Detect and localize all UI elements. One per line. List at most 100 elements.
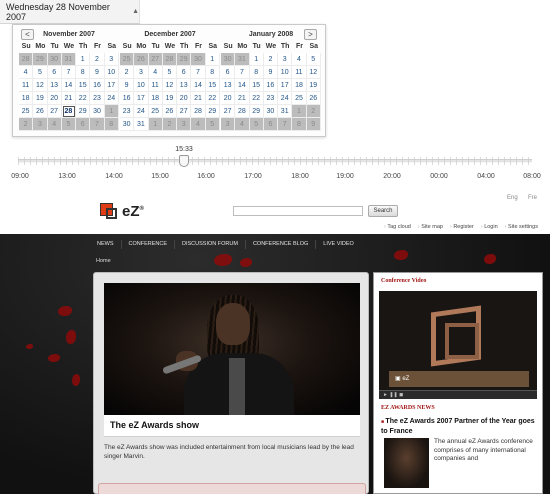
calendar-day[interactable]: 29 <box>205 105 220 118</box>
calendar-day[interactable]: 14 <box>235 79 250 92</box>
calendar-day[interactable]: 12 <box>306 66 321 79</box>
calendar-day[interactable]: 11 <box>148 79 163 92</box>
calendar-day[interactable]: 1 <box>76 53 91 66</box>
calendar-day[interactable]: 26 <box>33 105 48 118</box>
video-controls[interactable]: ► ❚❚ ◼ <box>379 390 537 399</box>
calendar-day[interactable]: 31 <box>278 105 293 118</box>
calendar-day[interactable]: 10 <box>278 66 293 79</box>
calendar-day[interactable]: 17 <box>134 92 149 105</box>
calendar-day[interactable]: 25 <box>148 105 163 118</box>
calendar-day[interactable]: 10 <box>104 66 119 79</box>
calendar-day[interactable]: 11 <box>292 66 307 79</box>
award-news-thumbnail[interactable] <box>384 438 429 488</box>
calendar-day[interactable]: 1 <box>249 53 264 66</box>
calendar-day[interactable]: 6 <box>47 66 62 79</box>
calendar-day[interactable]: 5 <box>33 66 48 79</box>
calendar-day[interactable]: 27 <box>47 105 62 118</box>
calendar-day[interactable]: 10 <box>134 79 149 92</box>
calendar-day[interactable]: 27 <box>221 105 236 118</box>
calendar-day[interactable]: 18 <box>148 92 163 105</box>
calendar-day[interactable]: 15 <box>205 79 220 92</box>
site-settings-link[interactable]: Site settings <box>505 224 538 234</box>
calendar-day[interactable]: 14 <box>61 79 77 92</box>
calendar-day[interactable]: 20 <box>47 92 62 105</box>
calendar-day[interactable]: 16 <box>263 79 279 92</box>
calendar-day[interactable]: 13 <box>221 79 236 92</box>
calendar-day[interactable]: 28 <box>235 105 250 118</box>
calendar-day[interactable]: 25 <box>292 92 307 105</box>
calendar-day[interactable]: 8 <box>249 66 264 79</box>
calendar-day[interactable]: 21 <box>191 92 206 105</box>
date-header-dropdown[interactable]: Wednesday 28 November 2007 ▲ <box>0 0 140 24</box>
calendar-day[interactable]: 7 <box>191 66 206 79</box>
calendar-day[interactable]: 7 <box>235 66 250 79</box>
calendar-day[interactable]: 2 <box>120 66 135 79</box>
calendar-day[interactable]: 5 <box>306 53 321 66</box>
calendar-day[interactable]: 24 <box>104 92 119 105</box>
calendar-day[interactable]: 3 <box>104 53 119 66</box>
breadcrumb-home[interactable]: Home <box>96 258 111 264</box>
calendar-day[interactable]: 17 <box>104 79 119 92</box>
nav-conference[interactable]: CONFERENCE <box>122 239 176 249</box>
calendar-day[interactable]: 29 <box>76 105 91 118</box>
calendar-day[interactable]: 30 <box>90 105 105 118</box>
calendar-day[interactable]: 8 <box>76 66 91 79</box>
calendar-day[interactable]: 23 <box>90 92 105 105</box>
calendar-day[interactable]: 3 <box>278 53 293 66</box>
conference-video-player[interactable]: ▣ eZ ► ❚❚ ◼ <box>379 291 537 399</box>
featured-photo[interactable] <box>104 283 360 415</box>
calendar-day[interactable]: 4 <box>148 66 163 79</box>
calendar-day[interactable]: 28 <box>191 105 206 118</box>
calendar-day[interactable]: 29 <box>249 105 264 118</box>
nav-live-video[interactable]: LIVE VIDEO <box>316 240 361 249</box>
site-search-input[interactable] <box>233 206 363 216</box>
calendar-day[interactable]: 5 <box>162 66 178 79</box>
calendar-day[interactable]: 25 <box>19 105 34 118</box>
language-eng-link[interactable]: Eng <box>507 195 518 201</box>
calendar-day[interactable]: 15 <box>249 79 264 92</box>
calendar-day[interactable]: 1 <box>205 53 220 66</box>
calendar-day[interactable]: 24 <box>278 92 293 105</box>
nav-discussion-forum[interactable]: DISCUSSION FORUM <box>175 239 246 249</box>
calendar-day[interactable]: 22 <box>76 92 91 105</box>
calendar-day[interactable]: 21 <box>61 92 77 105</box>
award-news-title[interactable]: The eZ Awards 2007 Partner of the Year g… <box>381 417 537 436</box>
calendar-day[interactable]: 18 <box>292 79 307 92</box>
tag-cloud-link[interactable]: Tag cloud <box>384 224 411 234</box>
calendar-day[interactable]: 6 <box>177 66 192 79</box>
calendar-day[interactable]: 20 <box>177 92 192 105</box>
time-slider[interactable] <box>18 155 532 167</box>
calendar-day[interactable]: 3 <box>134 66 149 79</box>
calendar-day[interactable]: 17 <box>278 79 293 92</box>
calendar-day[interactable]: 2 <box>263 53 279 66</box>
calendar-day[interactable]: 4 <box>292 53 307 66</box>
calendar-day[interactable]: 12 <box>33 79 48 92</box>
calendar-day[interactable]: 30 <box>120 118 135 131</box>
calendar-day[interactable]: 7 <box>61 66 77 79</box>
calendar-day[interactable]: 24 <box>134 105 149 118</box>
featured-title[interactable]: The eZ Awards show <box>110 420 199 430</box>
calendar-day[interactable]: 19 <box>33 92 48 105</box>
site-search-button[interactable]: Search <box>368 205 398 217</box>
calendar-day[interactable]: 20 <box>221 92 236 105</box>
calendar-day[interactable]: 26 <box>162 105 178 118</box>
calendar-day[interactable]: 9 <box>90 66 105 79</box>
calendar-day[interactable]: 9 <box>120 79 135 92</box>
calendar-day-selected[interactable]: 28 <box>61 105 77 118</box>
login-link[interactable]: Login <box>481 224 497 234</box>
calendar-day[interactable]: 19 <box>162 92 178 105</box>
calendar-day[interactable]: 23 <box>263 92 279 105</box>
calendar-day[interactable]: 13 <box>47 79 62 92</box>
calendar-day[interactable]: 26 <box>306 92 321 105</box>
calendar-day[interactable]: 2 <box>90 53 105 66</box>
calendar-day[interactable]: 22 <box>205 92 220 105</box>
register-link[interactable]: Register <box>450 224 473 234</box>
calendar-day[interactable]: 6 <box>221 66 236 79</box>
calendar-day[interactable]: 19 <box>306 79 321 92</box>
calendar-day[interactable]: 15 <box>76 79 91 92</box>
calendar-day[interactable]: 11 <box>19 79 34 92</box>
calendar-day[interactable]: 22 <box>249 92 264 105</box>
calendar-day[interactable]: 8 <box>205 66 220 79</box>
calendar-day[interactable]: 30 <box>263 105 279 118</box>
slider-handle[interactable] <box>179 155 190 167</box>
